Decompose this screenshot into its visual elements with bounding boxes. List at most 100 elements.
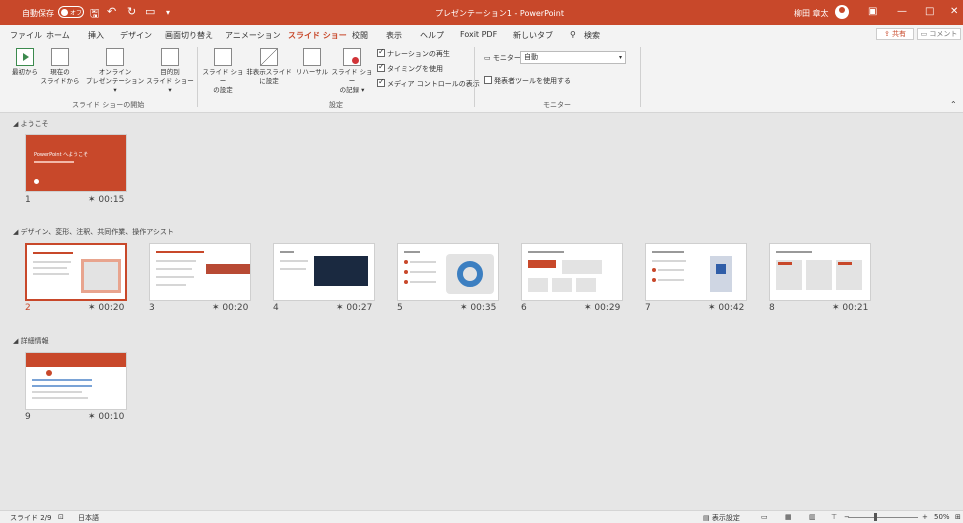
tab-review[interactable]: 校閲: [352, 30, 368, 41]
ribbon-display-icon[interactable]: ▣: [868, 6, 877, 17]
tab-help[interactable]: ヘルプ: [420, 30, 444, 41]
hide-slide-button[interactable]: 非表示スライド に設定: [246, 48, 292, 86]
close-icon[interactable]: ✕: [950, 6, 958, 17]
tab-insert[interactable]: 挿入: [88, 30, 104, 41]
slide-number-6: 6: [521, 303, 527, 313]
tab-view[interactable]: 表示: [386, 30, 402, 41]
customize-toolbar-icon[interactable]: ▾: [166, 8, 170, 17]
search-icon[interactable]: ⚲: [570, 30, 576, 39]
monitor-dropdown[interactable]: 自動 ▾: [520, 51, 626, 64]
slide-thumbnail-2[interactable]: [25, 243, 127, 301]
custom-show-button[interactable]: 目的別 スライド ショー ▾: [146, 48, 194, 95]
share-button[interactable]: ⇪ 共有: [876, 28, 914, 40]
normal-view-icon[interactable]: ▭: [761, 513, 768, 521]
from-current-label-2: スライドから: [40, 77, 80, 85]
minimize-icon[interactable]: —: [897, 6, 907, 17]
zoom-slider[interactable]: [848, 517, 918, 518]
slide-time-7: 00:42: [718, 303, 745, 313]
record-label-2: の記録: [339, 86, 360, 94]
slide-5-donut: [457, 261, 483, 287]
slide-6-image: [528, 278, 548, 292]
zoom-in-icon[interactable]: +: [922, 513, 928, 521]
use-timings-checkbox[interactable]: タイミングを使用: [377, 62, 443, 74]
zoom-slider-handle[interactable]: [874, 513, 877, 521]
start-slideshow-icon[interactable]: ▭: [145, 5, 155, 18]
slide-timing-7: ✶ 00:42: [708, 303, 745, 313]
language-indicator[interactable]: 日本語: [78, 513, 99, 523]
slide-7-text: [652, 260, 686, 262]
slide-8-panel: [806, 260, 832, 290]
reading-view-icon[interactable]: ▥: [809, 513, 816, 521]
slide-6-image: [576, 278, 596, 292]
title-bar: 自動保存 オフ 🖫 ↶ ↻ ▭ ▾ プレゼンテーション1 - PowerPoin…: [0, 0, 963, 25]
section-welcome[interactable]: ◢ ようこそ: [13, 119, 49, 129]
from-current-button[interactable]: 現在の スライドから: [40, 48, 80, 86]
search-box[interactable]: 検索: [584, 30, 600, 41]
slide-thumbnail-9[interactable]: [25, 352, 127, 410]
play-narration-checkbox[interactable]: ナレーションの再生: [377, 47, 450, 59]
tab-foxit-pdf[interactable]: Foxit PDF: [460, 30, 497, 39]
tab-home[interactable]: ホーム: [46, 30, 70, 41]
slideshow-view-icon[interactable]: ⊤: [831, 513, 837, 521]
section-design[interactable]: ◢ デザイン、変形、注釈、共同作業、操作アシスト: [13, 227, 174, 237]
slide-thumbnail-1[interactable]: PowerPoint へようこそ: [25, 134, 127, 192]
fit-to-window-icon[interactable]: ⊞: [955, 513, 961, 521]
hide-slide-icon: [260, 48, 278, 66]
slide-time-8: 00:21: [842, 303, 869, 313]
slide-thumbnail-4[interactable]: [273, 243, 375, 301]
collapse-ribbon-icon[interactable]: ⌃: [950, 100, 957, 109]
checkbox-icon: [377, 77, 385, 87]
slide-thumbnail-3[interactable]: [149, 243, 251, 301]
slide-3-title-bar: [156, 251, 204, 253]
hide-label-1: 非表示スライド: [246, 68, 292, 76]
user-name[interactable]: 柳田 章太: [794, 8, 829, 19]
tab-new[interactable]: 新しいタブ: [513, 30, 553, 41]
presenter-view-checkbox[interactable]: 発表者ツールを使用する: [484, 76, 571, 86]
tab-transitions[interactable]: 画面切り替え: [165, 30, 213, 41]
slide-thumbnail-7[interactable]: [645, 243, 747, 301]
slide-3-text: [156, 260, 196, 262]
autosave-label: 自動保存: [22, 9, 54, 18]
display-settings-button[interactable]: ▤ 表示設定: [703, 513, 740, 523]
chevron-down-icon: ▾: [618, 54, 622, 61]
slide-number-4: 4: [273, 303, 279, 313]
slide-5-bullet: [404, 280, 408, 284]
slide-8-accent: [778, 262, 792, 265]
autosave-toggle[interactable]: オフ: [58, 6, 84, 18]
slide-thumbnail-5[interactable]: [397, 243, 499, 301]
slide-time-9: 00:10: [98, 412, 125, 422]
present-online-button[interactable]: オンライン プレゼンテーション ▾: [84, 48, 146, 95]
setup-slideshow-button[interactable]: スライド ショー の設定: [201, 48, 245, 95]
slide-5-text: [410, 271, 436, 273]
tab-animations[interactable]: アニメーション: [225, 30, 281, 41]
save-icon[interactable]: 🖫: [90, 5, 99, 24]
slide-6-banner: [528, 260, 556, 268]
spellcheck-icon[interactable]: ⊡: [58, 513, 64, 521]
ribbon: 最初から 現在の スライドから オンライン プレゼンテーション ▾ 目的別 スラ…: [0, 43, 963, 113]
comment-button[interactable]: ▭ コメント: [917, 28, 961, 40]
maximize-icon[interactable]: □: [925, 6, 934, 17]
ribbon-tabs: ファイル ホーム 挿入 デザイン 画面切り替え アニメーション スライド ショー…: [0, 25, 963, 45]
show-media-controls-checkbox[interactable]: メディア コントロールの表示: [377, 77, 480, 89]
zoom-level[interactable]: 50%: [934, 513, 950, 521]
slide-count: スライド 2/9: [10, 514, 52, 522]
redo-icon[interactable]: ↻: [127, 5, 136, 18]
presenter-view-label: 発表者ツールを使用する: [494, 77, 571, 85]
slide-thumbnail-8[interactable]: [769, 243, 871, 301]
rehearse-button[interactable]: リハーサル: [295, 48, 329, 77]
section-details[interactable]: ◢ 詳細情報: [13, 336, 49, 346]
avatar[interactable]: [835, 5, 849, 19]
checkbox-icon: [484, 76, 492, 84]
slide-number-3: 3: [149, 303, 155, 313]
tab-file[interactable]: ファイル: [10, 30, 42, 41]
slide-time-3: 00:20: [222, 303, 249, 313]
record-slideshow-button[interactable]: スライド ショー の記録 ▾: [330, 48, 374, 95]
slide-sorter-view-icon[interactable]: ▦: [785, 513, 792, 521]
undo-icon[interactable]: ↶: [107, 5, 116, 18]
present-online-label-1: オンライン: [98, 68, 132, 76]
present-online-label-2: プレゼンテーション: [85, 77, 145, 85]
tab-design[interactable]: デザイン: [120, 30, 152, 41]
slide-thumbnail-6[interactable]: [521, 243, 623, 301]
from-beginning-button[interactable]: 最初から: [10, 48, 40, 77]
slide-1-subtitle: [34, 161, 74, 163]
